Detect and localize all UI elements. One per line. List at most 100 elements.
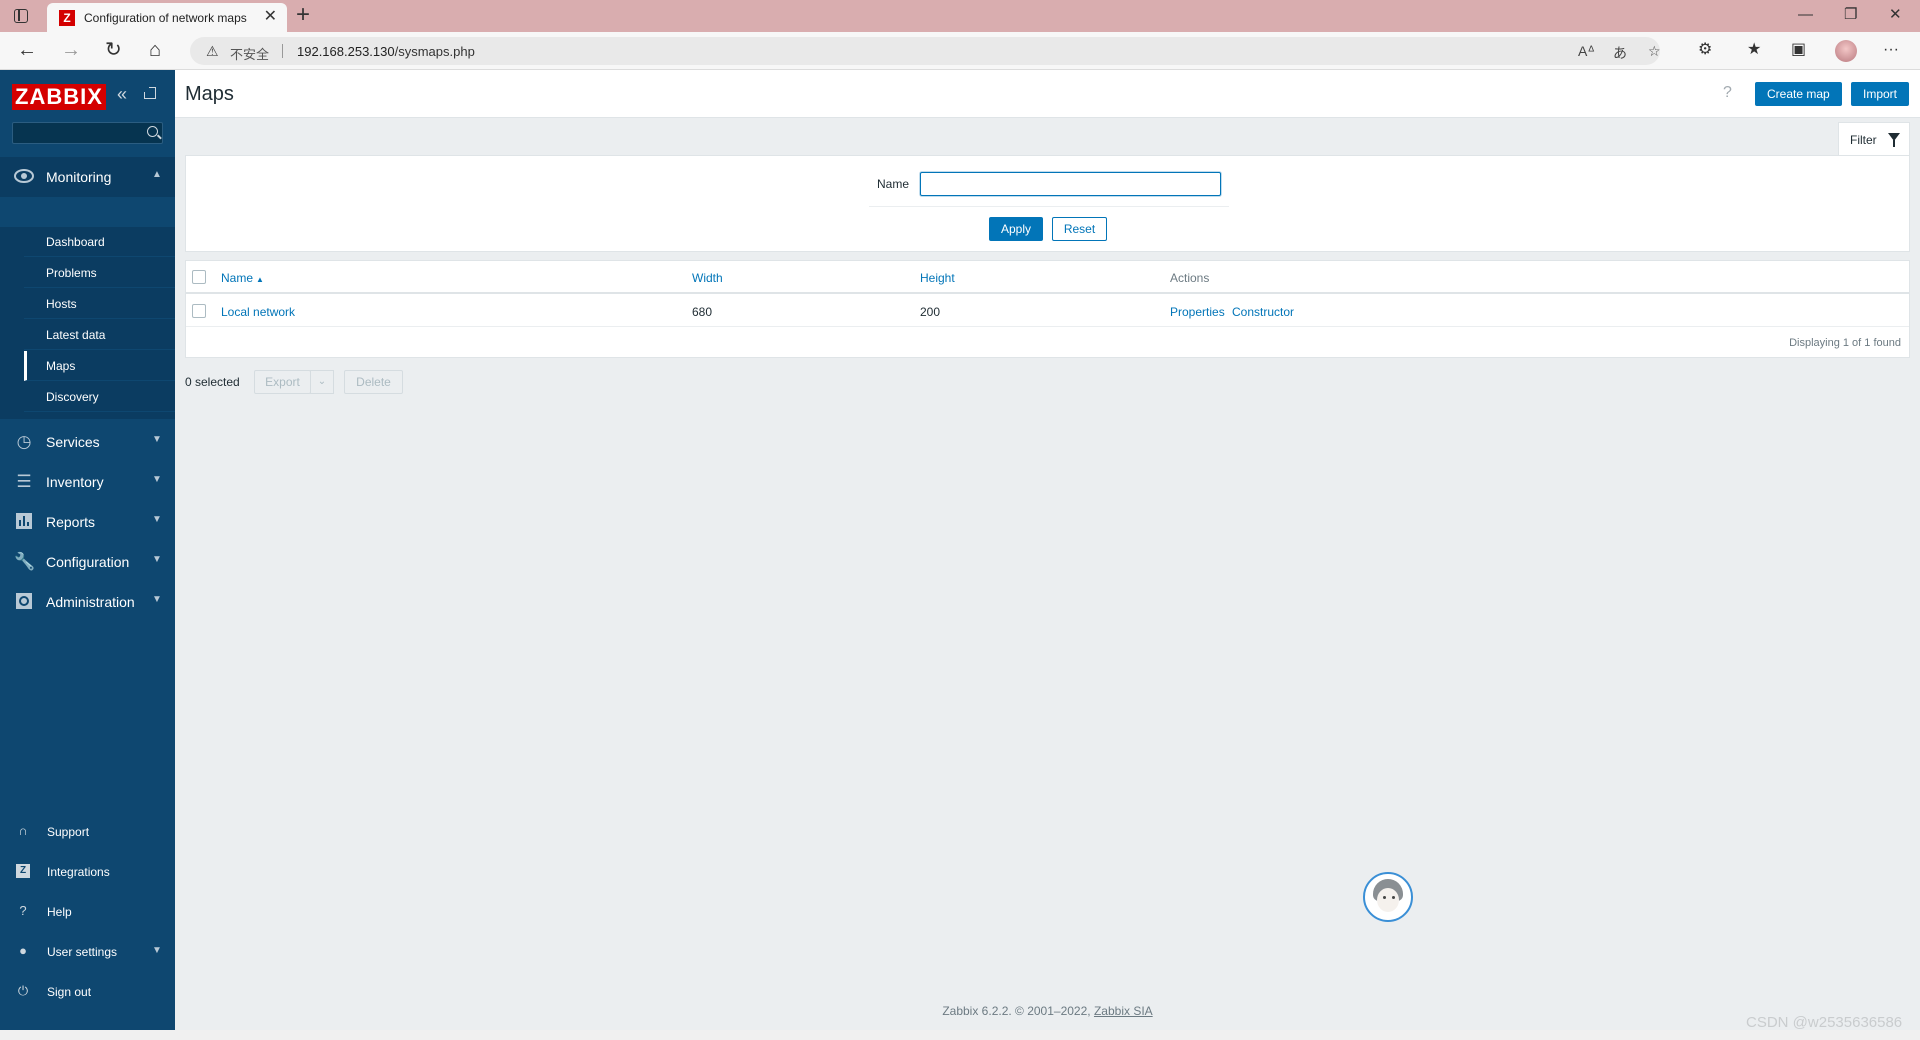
url-host: 192.168.253.130	[297, 44, 395, 59]
filter-divider	[869, 206, 1229, 207]
chevron-down-icon: ▼	[152, 474, 162, 485]
close-window-icon[interactable]: ✕	[1889, 5, 1902, 25]
sidebar-sign-out[interactable]: ⏻ Sign out	[0, 972, 175, 1012]
sub-label: Hosts	[46, 297, 77, 311]
menu-label: Inventory	[46, 474, 104, 490]
sidebar-support[interactable]: ∩ Support	[0, 812, 175, 852]
maps-table: Name ▲ Width Height Actions Local network…	[185, 260, 1910, 358]
url-text[interactable]: 192.168.253.130/sysmaps.php	[297, 44, 475, 59]
column-height-header[interactable]: Height	[920, 271, 955, 285]
collapse-sidebar-icon[interactable]: «	[117, 84, 127, 104]
zabbix-logo[interactable]: ZABBIX	[12, 84, 106, 110]
menu-monitoring[interactable]: Monitoring ▲	[0, 157, 175, 197]
refresh-icon[interactable]: ↻	[105, 39, 122, 61]
filter-label: Filter	[1850, 133, 1877, 147]
sidebar-item-maps[interactable]: Maps	[24, 351, 175, 381]
minimize-icon[interactable]: —	[1798, 5, 1813, 25]
avatar-eye	[1392, 896, 1395, 899]
menu-administration[interactable]: Administration ▼	[0, 582, 175, 622]
monitoring-submenu: Dashboard Problems Hosts Latest data Map…	[0, 227, 175, 419]
constructor-link[interactable]: Constructor	[1232, 305, 1294, 319]
sub-label: Maps	[46, 359, 76, 373]
avatar-eye	[1383, 896, 1386, 899]
table-paging-info: Displaying 1 of 1 found	[1789, 337, 1901, 349]
avatar-face	[1377, 888, 1399, 912]
zabbix-sia-link[interactable]: Zabbix SIA	[1094, 1004, 1153, 1018]
column-width-header[interactable]: Width	[692, 271, 723, 285]
column-name-header[interactable]: Name ▲	[221, 271, 264, 285]
sidebar-item-dashboard[interactable]: Dashboard	[24, 227, 175, 257]
bar-chart-icon	[14, 513, 34, 531]
table-header: Name ▲ Width Height Actions	[186, 261, 1909, 294]
back-icon[interactable]: ←	[17, 39, 37, 61]
address-separator	[282, 44, 283, 58]
sidebar-user-settings[interactable]: ● User settings ▼	[0, 932, 175, 972]
delete-button[interactable]: Delete	[344, 370, 403, 394]
chevron-down-icon: ▼	[152, 514, 162, 525]
collections-icon[interactable]: ▣	[1791, 41, 1806, 59]
forward-icon[interactable]: →	[61, 39, 81, 61]
address-bar[interactable]: ⚠ 不安全 192.168.253.130/sysmaps.php Aᐞ あ ☆	[190, 37, 1661, 65]
create-map-button[interactable]: Create map	[1755, 82, 1842, 106]
map-height: 200	[920, 305, 941, 319]
map-width: 680	[692, 305, 713, 319]
new-tab-icon[interactable]: +	[296, 2, 310, 28]
menu-configuration[interactable]: 🔧 Configuration ▼	[0, 542, 175, 582]
url-path: /sysmaps.php	[394, 44, 475, 59]
export-dropdown-icon[interactable]: ⌄	[310, 370, 334, 394]
apply-button[interactable]: Apply	[989, 217, 1043, 241]
favorite-icon[interactable]: ☆	[1648, 43, 1661, 60]
browser-tab-bar: Z Configuration of network maps ✕ + — ❐ …	[0, 0, 1920, 32]
help-icon[interactable]: ?	[1723, 84, 1732, 102]
menu-label: Reports	[46, 514, 96, 530]
sidebar-item-discovery[interactable]: Discovery	[24, 382, 175, 412]
translate-icon[interactable]: あ	[1613, 43, 1627, 63]
sidebar-item-hosts[interactable]: Hosts	[24, 289, 175, 319]
favorites-icon[interactable]: ★	[1747, 41, 1761, 59]
browser-tab[interactable]: Z Configuration of network maps ✕	[47, 3, 287, 32]
properties-link[interactable]: Properties	[1170, 305, 1225, 319]
eye-icon	[14, 168, 34, 186]
menu-inventory[interactable]: ☰ Inventory ▼	[0, 462, 175, 502]
warning-icon: ⚠	[206, 43, 219, 59]
headset-icon: ∩	[18, 823, 28, 838]
select-all-checkbox[interactable]	[192, 270, 206, 284]
floating-avatar[interactable]	[1363, 872, 1413, 922]
export-button[interactable]: Export	[254, 370, 311, 394]
menu-label: Monitoring	[46, 169, 112, 185]
sort-ascending-icon: ▲	[256, 275, 264, 284]
kiosk-mode-icon[interactable]	[143, 86, 156, 99]
more-icon[interactable]: ···	[1883, 41, 1899, 59]
name-filter-input[interactable]	[920, 172, 1221, 196]
menu-reports[interactable]: Reports ▼	[0, 502, 175, 542]
sidebar-search-input[interactable]	[12, 122, 163, 144]
import-button[interactable]: Import	[1851, 82, 1910, 106]
close-tab-icon[interactable]: ✕	[264, 8, 277, 26]
menu-label: Services	[46, 434, 100, 450]
footer-text: Zabbix 6.2.2. © 2001–2022,	[942, 1004, 1091, 1018]
filter-tab[interactable]: Filter	[1838, 122, 1910, 156]
menu-services[interactable]: ◷ Services ▼	[0, 422, 175, 462]
map-name-link[interactable]: Local network	[221, 305, 295, 319]
home-icon[interactable]: ⌂	[149, 39, 161, 61]
read-aloud-icon[interactable]: Aᐞ	[1578, 43, 1595, 60]
row-checkbox[interactable]	[192, 304, 206, 318]
user-icon: ●	[19, 943, 27, 958]
restore-icon[interactable]: ❐	[1844, 5, 1857, 25]
profile-avatar[interactable]	[1835, 40, 1857, 62]
search-icon[interactable]	[147, 126, 158, 137]
sidebar-help[interactable]: ? Help	[0, 892, 175, 932]
bottom-label: Integrations	[47, 865, 110, 879]
bottom-strip	[0, 1030, 1920, 1040]
sidebar-item-problems[interactable]: Problems	[24, 258, 175, 288]
selected-count: 0 selected	[185, 375, 240, 389]
extensions-icon[interactable]: ⚙	[1698, 41, 1712, 59]
reset-button[interactable]: Reset	[1052, 217, 1107, 241]
sidebar-item-latest-data[interactable]: Latest data	[24, 320, 175, 350]
question-icon: ?	[19, 903, 27, 918]
bottom-label: User settings	[47, 945, 118, 959]
tab-actions-icon[interactable]	[14, 9, 28, 23]
sidebar-integrations[interactable]: Z Integrations	[0, 852, 175, 892]
chevron-down-icon: ▼	[152, 554, 162, 565]
chevron-down-icon: ▼	[152, 434, 162, 445]
